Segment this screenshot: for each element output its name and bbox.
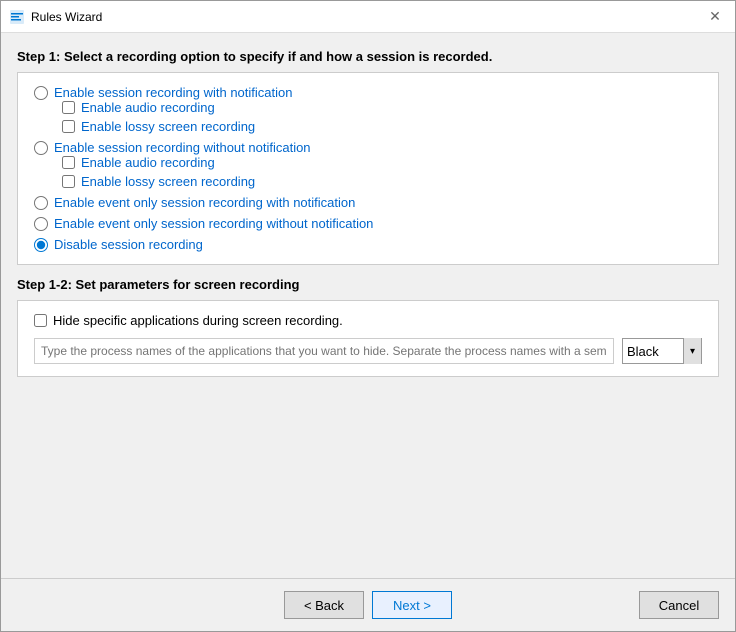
cb1b-label: Enable lossy screen recording <box>81 119 255 134</box>
step12-header: Step 1-2: Set parameters for screen reco… <box>17 277 719 292</box>
cb2a-item[interactable]: Enable audio recording <box>62 155 702 170</box>
cancel-button[interactable]: Cancel <box>639 591 719 619</box>
option2-radio-item[interactable]: Enable session recording without notific… <box>34 140 702 155</box>
process-names-input[interactable] <box>34 338 614 364</box>
hide-apps-row: Hide specific applications during screen… <box>34 313 702 328</box>
option3-label: Enable event only session recording with… <box>54 195 355 210</box>
option4-label: Enable event only session recording with… <box>54 216 373 231</box>
step12-panel: Hide specific applications during screen… <box>17 300 719 377</box>
next-button[interactable]: Next > <box>372 591 452 619</box>
cb2b-label: Enable lossy screen recording <box>81 174 255 189</box>
title-bar-title: Rules Wizard <box>31 10 102 24</box>
content-area: Step 1: Select a recording option to spe… <box>1 33 735 578</box>
color-select-wrapper: Black White Red Blue Green ▾ <box>622 338 702 364</box>
cb2b-checkbox[interactable] <box>62 175 75 188</box>
cb1a-checkbox[interactable] <box>62 101 75 114</box>
option3-radio-item[interactable]: Enable event only session recording with… <box>34 195 702 210</box>
option4-radio[interactable] <box>34 217 48 231</box>
hide-apps-checkbox[interactable] <box>34 314 47 327</box>
option1-container: Enable session recording with notificati… <box>34 85 702 134</box>
step12-section: Step 1-2: Set parameters for screen reco… <box>17 277 719 377</box>
color-select[interactable]: Black White Red Blue Green <box>623 339 683 363</box>
cb2a-label: Enable audio recording <box>81 155 215 170</box>
option2-sub: Enable audio recording Enable lossy scre… <box>62 155 702 189</box>
option2-container: Enable session recording without notific… <box>34 140 702 189</box>
spacer <box>17 389 719 562</box>
option3-radio[interactable] <box>34 196 48 210</box>
back-button[interactable]: < Back <box>284 591 364 619</box>
rules-wizard-window: Rules Wizard ✕ Step 1: Select a recordin… <box>0 0 736 632</box>
step1-section: Step 1: Select a recording option to spe… <box>17 49 719 265</box>
option1-radio-item[interactable]: Enable session recording with notificati… <box>34 85 702 100</box>
option2-radio[interactable] <box>34 141 48 155</box>
recording-options-group: Enable session recording with notificati… <box>34 85 702 252</box>
process-input-row: Black White Red Blue Green ▾ <box>34 338 702 364</box>
footer: < Back Next > Cancel <box>1 579 735 631</box>
option4-radio-item[interactable]: Enable event only session recording with… <box>34 216 702 231</box>
close-button[interactable]: ✕ <box>703 5 727 29</box>
cb2b-item[interactable]: Enable lossy screen recording <box>62 174 702 189</box>
option5-label: Disable session recording <box>54 237 203 252</box>
option1-radio[interactable] <box>34 86 48 100</box>
option2-label: Enable session recording without notific… <box>54 140 311 155</box>
hide-apps-label: Hide specific applications during screen… <box>53 313 343 328</box>
cb1a-label: Enable audio recording <box>81 100 215 115</box>
option5-radio[interactable] <box>34 238 48 252</box>
wizard-icon <box>9 9 25 25</box>
chevron-down-icon: ▾ <box>683 338 701 364</box>
cb1a-item[interactable]: Enable audio recording <box>62 100 702 115</box>
title-bar-left: Rules Wizard <box>9 9 102 25</box>
cb1b-checkbox[interactable] <box>62 120 75 133</box>
option1-label: Enable session recording with notificati… <box>54 85 292 100</box>
option5-radio-item[interactable]: Disable session recording <box>34 237 702 252</box>
footer-right: Cancel <box>639 591 719 619</box>
cb1b-item[interactable]: Enable lossy screen recording <box>62 119 702 134</box>
title-bar: Rules Wizard ✕ <box>1 1 735 33</box>
step1-header: Step 1: Select a recording option to spe… <box>17 49 719 64</box>
option1-sub: Enable audio recording Enable lossy scre… <box>62 100 702 134</box>
step1-panel: Enable session recording with notificati… <box>17 72 719 265</box>
cb2a-checkbox[interactable] <box>62 156 75 169</box>
